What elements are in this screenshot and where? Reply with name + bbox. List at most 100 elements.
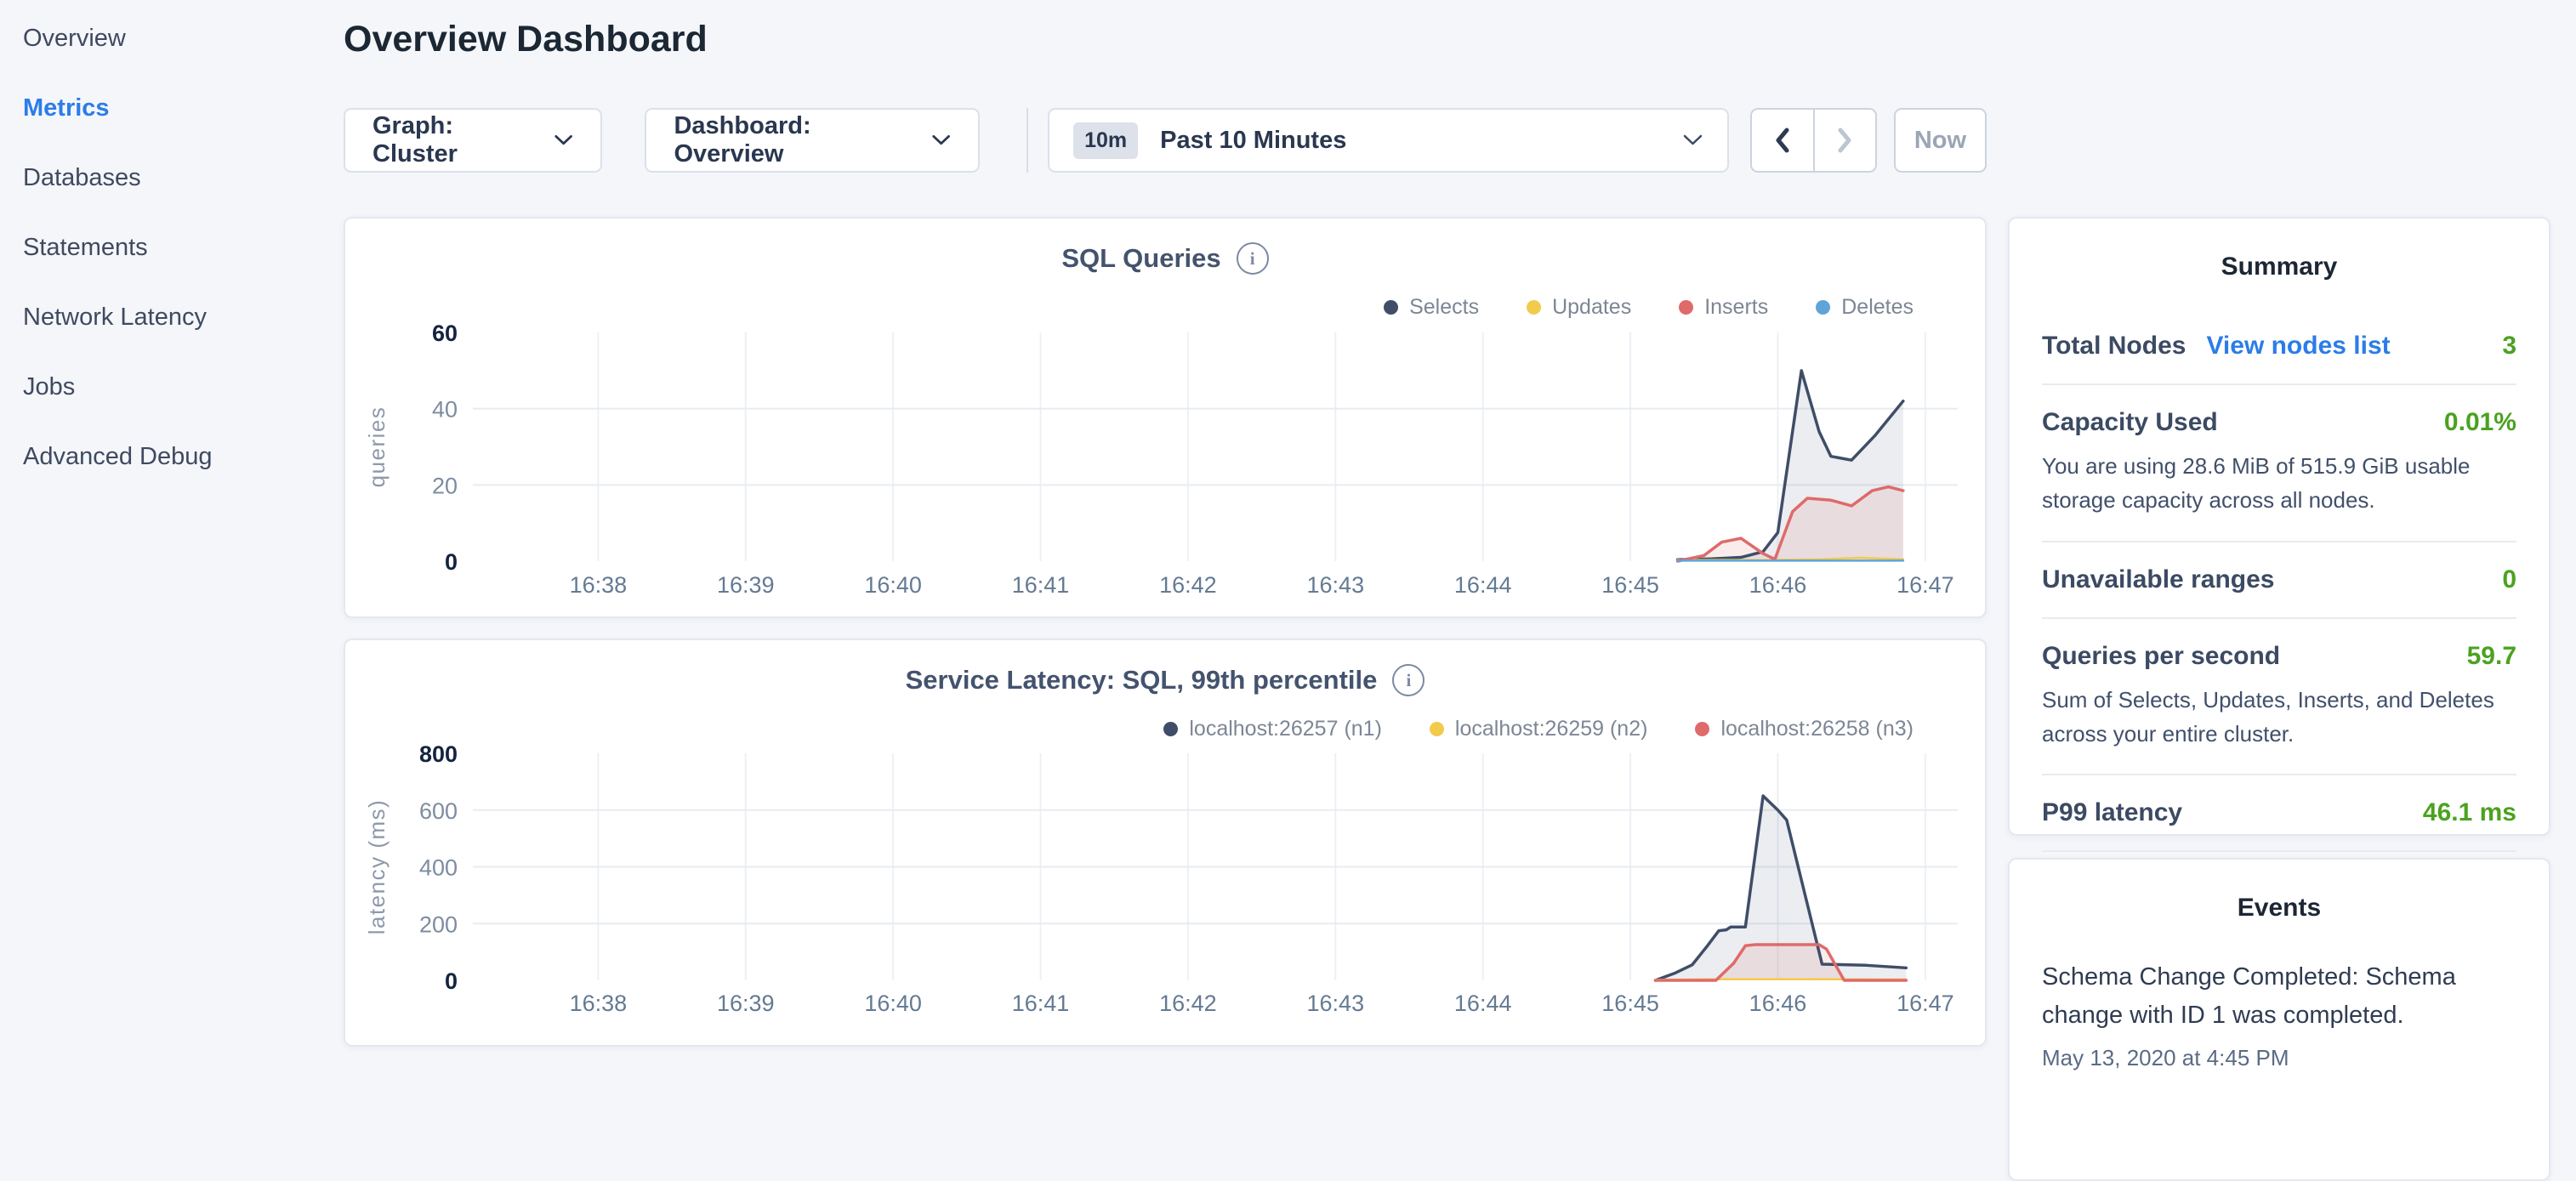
toolbar: Graph: Cluster Dashboard: Overview 10m P…	[344, 108, 1987, 173]
summary-row-value: 3	[2502, 332, 2516, 361]
main-content: Overview Dashboard Graph: Cluster Dashbo…	[344, 0, 1987, 1051]
x-tick-label: 16:39	[717, 991, 775, 1016]
sidebar-item[interactable]: Advanced Debug	[23, 442, 340, 471]
sidebar-item-label: Network Latency	[23, 304, 207, 331]
time-nav-arrows	[1750, 108, 1877, 173]
time-range-select[interactable]: 10m Past 10 Minutes	[1048, 108, 1729, 173]
x-tick-label: 16:47	[1896, 572, 1954, 598]
summary-row-label: Unavailable ranges	[2042, 565, 2274, 594]
service-latency-card: Service Latency: SQL, 99th percentile i …	[344, 639, 1987, 1047]
chevron-down-icon	[931, 133, 951, 147]
summary-row-top: Queries per second 59.7	[2042, 642, 2516, 671]
prev-time-button[interactable]	[1752, 110, 1812, 171]
summary-row: Unavailable ranges 0	[2042, 542, 2516, 619]
now-button-label: Now	[1914, 127, 1966, 155]
event-text: Schema Change Completed: Schema change w…	[2042, 958, 2516, 1035]
summary-row: P99 latency 46.1 ms	[2042, 775, 2516, 852]
y-tick-label: 60	[432, 321, 458, 346]
x-tick-label: 16:40	[864, 572, 922, 598]
sidebar-item-label: Jobs	[23, 373, 75, 400]
y-axis-title: queries	[364, 406, 390, 488]
page-title: Overview Dashboard	[344, 19, 708, 60]
y-tick-label: 0	[445, 968, 458, 994]
events-panel: Events Schema Change Completed: Schema c…	[2008, 858, 2550, 1181]
event-item[interactable]: Schema Change Completed: Schema change w…	[2042, 958, 2516, 1071]
now-button[interactable]: Now	[1894, 108, 1987, 173]
graph-dropdown-label: Graph: Cluster	[372, 112, 533, 168]
sidebar-item-label: Databases	[23, 164, 141, 191]
summary-row: Queries per second 59.7 Sum of Selects, …	[2042, 619, 2516, 776]
y-tick-label: 20	[432, 473, 458, 498]
sidebar-item[interactable]: Databases	[23, 163, 340, 192]
sidebar-item[interactable]: Overview	[23, 24, 340, 53]
summary-row-value: 0.01%	[2444, 408, 2516, 437]
chevron-down-icon	[554, 133, 573, 147]
y-tick-label: 400	[419, 855, 458, 881]
sidebar-item[interactable]: Network Latency	[23, 303, 340, 332]
sidebar-item[interactable]: Statements	[23, 233, 340, 262]
x-tick-label: 16:44	[1454, 991, 1512, 1016]
summary-row-value: 0	[2502, 565, 2516, 594]
toolbar-divider	[1026, 108, 1028, 173]
x-tick-label: 16:42	[1159, 991, 1217, 1016]
sql-queries-card: SQL Queries i Selects Updates Inserts De…	[344, 217, 1987, 618]
summary-row-label: Queries per second	[2042, 642, 2280, 671]
time-range-label: Past 10 Minutes	[1160, 127, 1660, 155]
x-tick-label: 16:43	[1307, 991, 1365, 1016]
x-tick-label: 16:47	[1896, 991, 1954, 1016]
x-tick-label: 16:44	[1454, 572, 1512, 598]
summary-row: Total Nodes View nodes list 3	[2042, 309, 2516, 385]
y-tick-label: 600	[419, 798, 458, 824]
summary-row-top: Total Nodes View nodes list 3	[2042, 332, 2516, 361]
event-timestamp: May 13, 2020 at 4:45 PM	[2042, 1045, 2516, 1071]
summary-rows: Total Nodes View nodes list 3 Capacity U…	[2042, 309, 2516, 852]
x-tick-label: 16:41	[1012, 572, 1070, 598]
graph-dropdown[interactable]: Graph: Cluster	[344, 108, 602, 173]
next-time-button[interactable]	[1813, 110, 1875, 171]
summary-title: Summary	[2010, 253, 2549, 281]
summary-row-top: Unavailable ranges 0	[2042, 565, 2516, 594]
time-range-badge: 10m	[1073, 122, 1138, 159]
x-tick-label: 16:38	[570, 572, 628, 598]
x-tick-label: 16:38	[570, 991, 628, 1016]
summary-row-label: Total Nodes	[2042, 332, 2186, 361]
summary-row-description: Sum of Selects, Updates, Inserts, and De…	[2042, 683, 2516, 752]
x-tick-label: 16:41	[1012, 991, 1070, 1016]
summary-row: Capacity Used 0.01% You are using 28.6 M…	[2042, 385, 2516, 542]
summary-row-label: Capacity Used	[2042, 408, 2218, 437]
sidebar-item-label: Overview	[23, 25, 126, 52]
service-latency-chart[interactable]: 16:38 16:39 16:40 16:41 16:42 16:43 16:44 16:45…	[345, 640, 1985, 1045]
y-tick-label: 200	[419, 911, 458, 937]
summary-row-value: 59.7	[2467, 642, 2516, 671]
sql-queries-chart[interactable]: 16:38 16:39 16:40 16:41 16:42 16:43 16:44 16:45…	[345, 219, 1985, 616]
dashboard-dropdown-label: Dashboard: Overview	[674, 112, 910, 168]
y-tick-label: 0	[445, 549, 458, 575]
y-axis-title: latency (ms)	[364, 799, 390, 935]
y-tick-label: 40	[432, 397, 458, 423]
x-tick-label: 16:42	[1159, 572, 1217, 598]
summary-row-description: You are using 28.6 MiB of 515.9 GiB usab…	[2042, 449, 2516, 518]
sidebar: Overview Metrics Databases Statements Ne…	[0, 0, 340, 1051]
dashboard-dropdown[interactable]: Dashboard: Overview	[645, 108, 980, 173]
x-tick-label: 16:45	[1601, 572, 1659, 598]
chevron-down-icon	[1682, 133, 1703, 147]
x-tick-label: 16:46	[1749, 991, 1807, 1016]
sidebar-item-label: Metrics	[23, 94, 110, 122]
summary-row-value: 46.1 ms	[2423, 798, 2516, 827]
sidebar-item[interactable]: Metrics	[23, 94, 340, 122]
summary-row-label: P99 latency	[2042, 798, 2182, 827]
x-tick-label: 16:45	[1601, 991, 1659, 1016]
sidebar-item-label: Statements	[23, 234, 148, 261]
chevron-right-icon	[1835, 126, 1854, 155]
view-nodes-link[interactable]: View nodes list	[2206, 332, 2390, 361]
x-tick-label: 16:43	[1307, 572, 1365, 598]
summary-panel: Summary Total Nodes View nodes list 3 Ca…	[2008, 217, 2550, 836]
summary-row-top: P99 latency 46.1 ms	[2042, 798, 2516, 827]
x-tick-label: 16:39	[717, 572, 775, 598]
x-tick-label: 16:46	[1749, 572, 1807, 598]
chevron-left-icon	[1773, 126, 1792, 155]
y-tick-label: 800	[419, 741, 458, 767]
x-tick-label: 16:40	[864, 991, 922, 1016]
events-title: Events	[2010, 894, 2549, 923]
sidebar-item[interactable]: Jobs	[23, 372, 340, 401]
